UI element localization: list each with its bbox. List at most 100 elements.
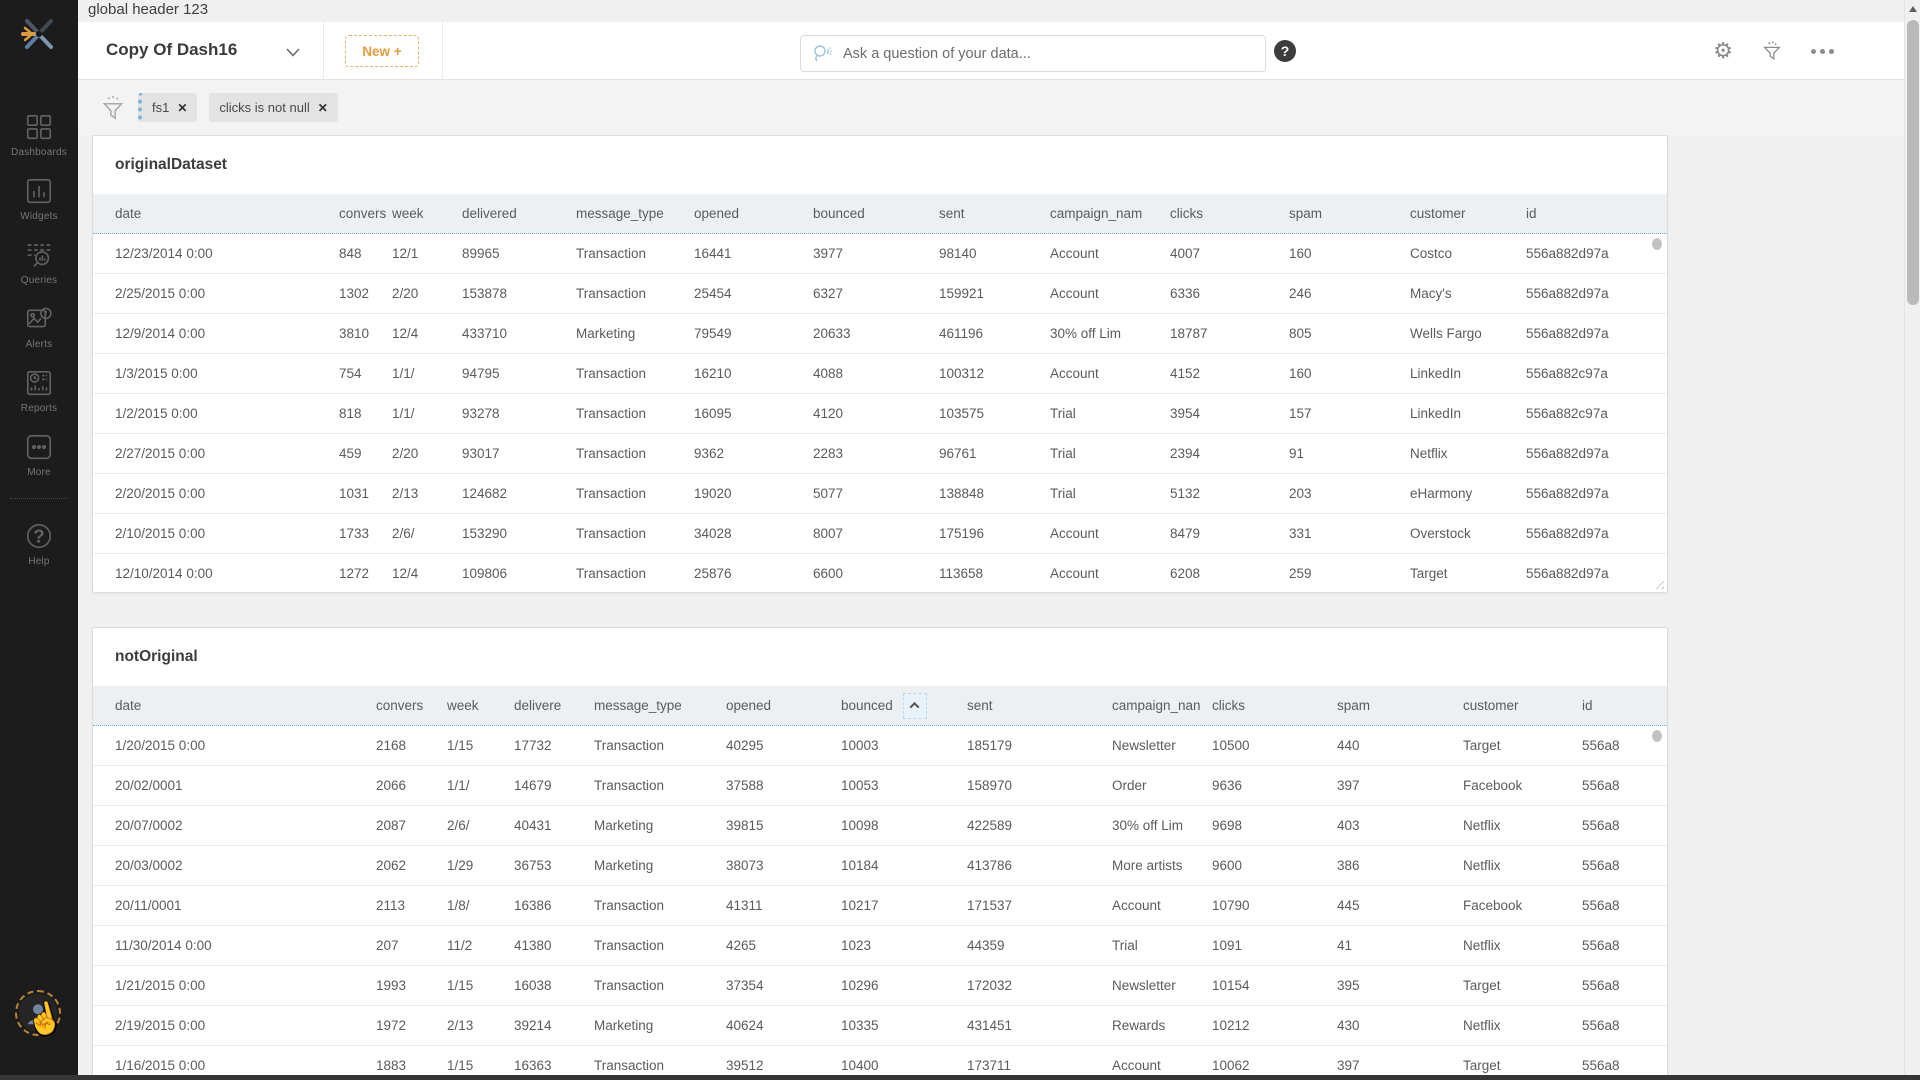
sidebar-item-help[interactable]: ? Help xyxy=(0,513,78,577)
funnel-icon[interactable] xyxy=(1761,40,1783,62)
table-cell: 93017 xyxy=(462,446,576,461)
table-cell: 207 xyxy=(376,938,447,953)
column-header-bounced[interactable]: bounced xyxy=(841,693,967,719)
column-header-spam[interactable]: spam xyxy=(1289,206,1410,221)
sidebar-divider xyxy=(10,498,68,499)
table-cell: 9600 xyxy=(1212,858,1337,873)
table-row: 20/07/000220872/6/40431Marketing39815100… xyxy=(93,806,1667,846)
table-cell: 159921 xyxy=(939,286,1050,301)
table-cell: 185179 xyxy=(967,738,1112,753)
column-header-clicks[interactable]: clicks xyxy=(1170,206,1289,221)
help-badge[interactable]: ? xyxy=(1274,40,1296,62)
table-cell: 160 xyxy=(1289,246,1410,261)
table-cell: 3954 xyxy=(1170,406,1289,421)
table-cell: Rewards xyxy=(1112,1018,1212,1033)
sort-ascending-indicator[interactable] xyxy=(903,693,927,719)
table-cell: 10400 xyxy=(841,1058,967,1073)
column-header-id[interactable]: id xyxy=(1582,698,1667,713)
table-cell: 2/19/2015 0:00 xyxy=(115,1018,376,1033)
column-header-week[interactable]: week xyxy=(392,206,462,221)
table-cell: 2062 xyxy=(376,858,447,873)
table-cell: 556a882d97a xyxy=(1526,246,1667,261)
table-cell: 34028 xyxy=(694,526,813,541)
column-header-campaign_nan[interactable]: campaign_nan xyxy=(1112,698,1212,713)
search-input[interactable] xyxy=(843,46,1255,62)
table-cell: 556a8 xyxy=(1582,938,1667,953)
sidebar-item-more[interactable]: More xyxy=(0,424,78,488)
column-header-sent[interactable]: sent xyxy=(939,206,1050,221)
remove-filter-icon[interactable]: ✕ xyxy=(177,101,187,115)
new-button[interactable]: New + xyxy=(345,35,419,67)
column-header-campaign_nam[interactable]: campaign_nam xyxy=(1050,206,1170,221)
table-cell: 397 xyxy=(1337,778,1463,793)
header-divider xyxy=(442,22,443,80)
table-cell: More artists xyxy=(1112,858,1212,873)
column-header-opened[interactable]: opened xyxy=(694,206,813,221)
column-header-delivered[interactable]: delivered xyxy=(462,206,576,221)
filter-funnel-icon[interactable] xyxy=(100,94,126,122)
table-cell: Wells Fargo xyxy=(1410,326,1526,341)
column-header-message_type[interactable]: message_type xyxy=(576,206,694,221)
column-header-delivere[interactable]: delivere xyxy=(514,698,594,713)
table-cell: 3977 xyxy=(813,246,939,261)
table-cell: 1/21/2015 0:00 xyxy=(115,978,376,993)
scrollbar-up-arrow-icon[interactable] xyxy=(1909,6,1917,12)
column-header-date[interactable]: date xyxy=(115,698,376,713)
column-header-date[interactable]: date xyxy=(115,206,339,221)
table-cell: 41380 xyxy=(514,938,594,953)
page-scrollbar-thumb[interactable] xyxy=(1907,20,1919,305)
table-cell: 2/6/ xyxy=(447,818,514,833)
search-box[interactable] xyxy=(800,35,1266,72)
table-scrollbar-thumb[interactable] xyxy=(1652,730,1662,742)
column-header-spam[interactable]: spam xyxy=(1337,698,1463,713)
table-row: 2/19/2015 0:0019722/1339214Marketing4062… xyxy=(93,1006,1667,1046)
table-body: 1/20/2015 0:0021681/1517732Transaction40… xyxy=(93,726,1667,1080)
column-header-customer[interactable]: customer xyxy=(1410,206,1526,221)
sidebar-item-dashboards[interactable]: Dashboards xyxy=(0,104,78,168)
chevron-down-icon[interactable] xyxy=(286,48,300,57)
app-logo-icon[interactable] xyxy=(17,10,61,58)
table-cell: 246 xyxy=(1289,286,1410,301)
sidebar-item-queries[interactable]: Queries xyxy=(0,232,78,296)
dashboard-title[interactable]: Copy Of Dash16 xyxy=(106,40,237,60)
ellipsis-icon[interactable] xyxy=(1811,49,1834,54)
sidebar-item-reports[interactable]: Reports xyxy=(0,360,78,424)
table-row: 12/9/2014 0:00381012/4433710Marketing795… xyxy=(93,314,1667,354)
table-cell: 153290 xyxy=(462,526,576,541)
table-cell: 10062 xyxy=(1212,1058,1337,1073)
column-header-message_type[interactable]: message_type xyxy=(594,698,726,713)
gear-icon[interactable]: ⚙ xyxy=(1713,40,1733,62)
table-cell: 40624 xyxy=(726,1018,841,1033)
table-cell: 203 xyxy=(1289,486,1410,501)
table-cell: 1/15 xyxy=(447,1058,514,1073)
voice-question-icon xyxy=(811,42,835,66)
table-row: 20/03/000220621/2936753Marketing38073101… xyxy=(93,846,1667,886)
table-cell: 16363 xyxy=(514,1058,594,1073)
table-cell: 431451 xyxy=(967,1018,1112,1033)
column-header-sent[interactable]: sent xyxy=(967,698,1112,713)
table-cell: 556a882d97a xyxy=(1526,446,1667,461)
filter-chip-clicks-not-null[interactable]: clicks is not null ✕ xyxy=(209,93,337,122)
table-row: 2/27/2015 0:004592/2093017Transaction936… xyxy=(93,434,1667,474)
table-cell: 173711 xyxy=(967,1058,1112,1073)
table-cell: 175196 xyxy=(939,526,1050,541)
column-header-bounced[interactable]: bounced xyxy=(813,206,939,221)
column-header-convers[interactable]: convers xyxy=(339,206,392,221)
table-cell: 2394 xyxy=(1170,446,1289,461)
table-cell: Transaction xyxy=(594,978,726,993)
table-cell: 6600 xyxy=(813,566,939,581)
filter-chip-fs1[interactable]: fs1 ✕ xyxy=(138,93,197,122)
column-header-week[interactable]: week xyxy=(447,698,514,713)
table-cell: 1/29 xyxy=(447,858,514,873)
table-cell: 37588 xyxy=(726,778,841,793)
sidebar-item-widgets[interactable]: Widgets xyxy=(0,168,78,232)
column-header-id[interactable]: id xyxy=(1526,206,1667,221)
remove-filter-icon[interactable]: ✕ xyxy=(318,101,328,115)
sidebar-item-alerts[interactable]: Alerts xyxy=(0,296,78,360)
column-header-convers[interactable]: convers xyxy=(376,698,447,713)
column-header-opened[interactable]: opened xyxy=(726,698,841,713)
table-cell: 10098 xyxy=(841,818,967,833)
column-header-clicks[interactable]: clicks xyxy=(1212,698,1337,713)
column-header-customer[interactable]: customer xyxy=(1463,698,1582,713)
table-scrollbar-thumb[interactable] xyxy=(1652,238,1662,250)
